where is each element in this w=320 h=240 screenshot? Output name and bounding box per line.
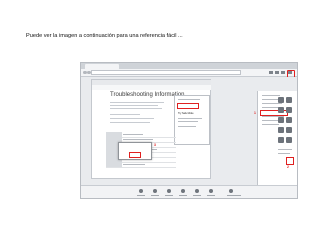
callout-number: 1 [254,111,256,115]
help-icon-highlight[interactable] [286,157,294,165]
toolbar [81,69,297,78]
toolbar-icon[interactable] [229,189,233,193]
find-icon[interactable] [278,127,284,133]
inner-address-bar[interactable] [92,85,211,90]
toolbar-label [137,195,145,196]
toolbar-icon[interactable] [195,189,199,193]
addons-icon[interactable] [278,137,284,143]
text-line [110,105,158,106]
fullscreen-icon[interactable] [286,117,292,123]
browser-screenshot: Troubleshooting Information Try Safe Mod… [80,62,298,199]
table-row [106,162,176,168]
bookmark-icon[interactable] [269,70,273,74]
callout-number: 2 [287,165,289,169]
toolbar-icon[interactable] [209,189,213,193]
text-line [110,122,150,123]
refresh-button-highlight[interactable] [177,103,199,109]
toolbar-label [207,195,215,196]
safe-mode-heading: Try Safe Mode [178,112,194,115]
options-icon[interactable] [286,127,292,133]
menu-item[interactable] [278,149,292,150]
bottom-toolbar [81,185,297,198]
address-bar[interactable] [91,70,241,75]
safe-mode-panel: Try Safe Mode [174,95,210,145]
forward-icon[interactable] [87,70,91,74]
dialog-button-highlight[interactable] [129,152,141,158]
text-line [110,114,140,115]
text-line [110,102,164,103]
save-page-icon[interactable] [278,107,284,113]
new-window-icon[interactable] [278,97,284,103]
menu-item[interactable] [278,153,290,154]
caption-text: Puede ver la imagen a continuación para … [26,33,183,39]
toolbar-label [151,195,159,196]
text-line [110,118,154,119]
inner-browser-window: Troubleshooting Information Try Safe Mod… [91,79,211,179]
menu-item[interactable] [262,99,278,100]
home-icon[interactable] [281,70,285,74]
text-line [110,108,162,109]
callout-number: 3 [154,143,156,147]
confirm-dialog [118,142,152,160]
toolbar-icon[interactable] [181,189,185,193]
developer-icon[interactable] [286,137,292,143]
history-icon[interactable] [278,117,284,123]
toolbar-label [193,195,201,196]
private-window-icon[interactable] [286,97,292,103]
text-line [178,121,198,122]
toolbar-label [179,195,187,196]
menu-item[interactable] [262,124,279,125]
page-content: Troubleshooting Information Try Safe Mod… [81,77,297,198]
text-line [178,118,202,119]
text-line [178,99,200,100]
toolbar-icon[interactable] [139,189,143,193]
restart-button[interactable] [178,126,196,127]
toolbar-label [165,195,173,196]
menu-item[interactable] [262,103,282,104]
back-icon[interactable] [83,70,87,74]
app-menu-panel: 1 2 [254,91,297,198]
toolbar-label [227,195,241,196]
toolbar-icon[interactable] [153,189,157,193]
print-icon[interactable] [286,107,292,113]
download-icon[interactable] [275,70,279,74]
toolbar-icon[interactable] [167,189,171,193]
menu-item[interactable] [262,95,280,96]
